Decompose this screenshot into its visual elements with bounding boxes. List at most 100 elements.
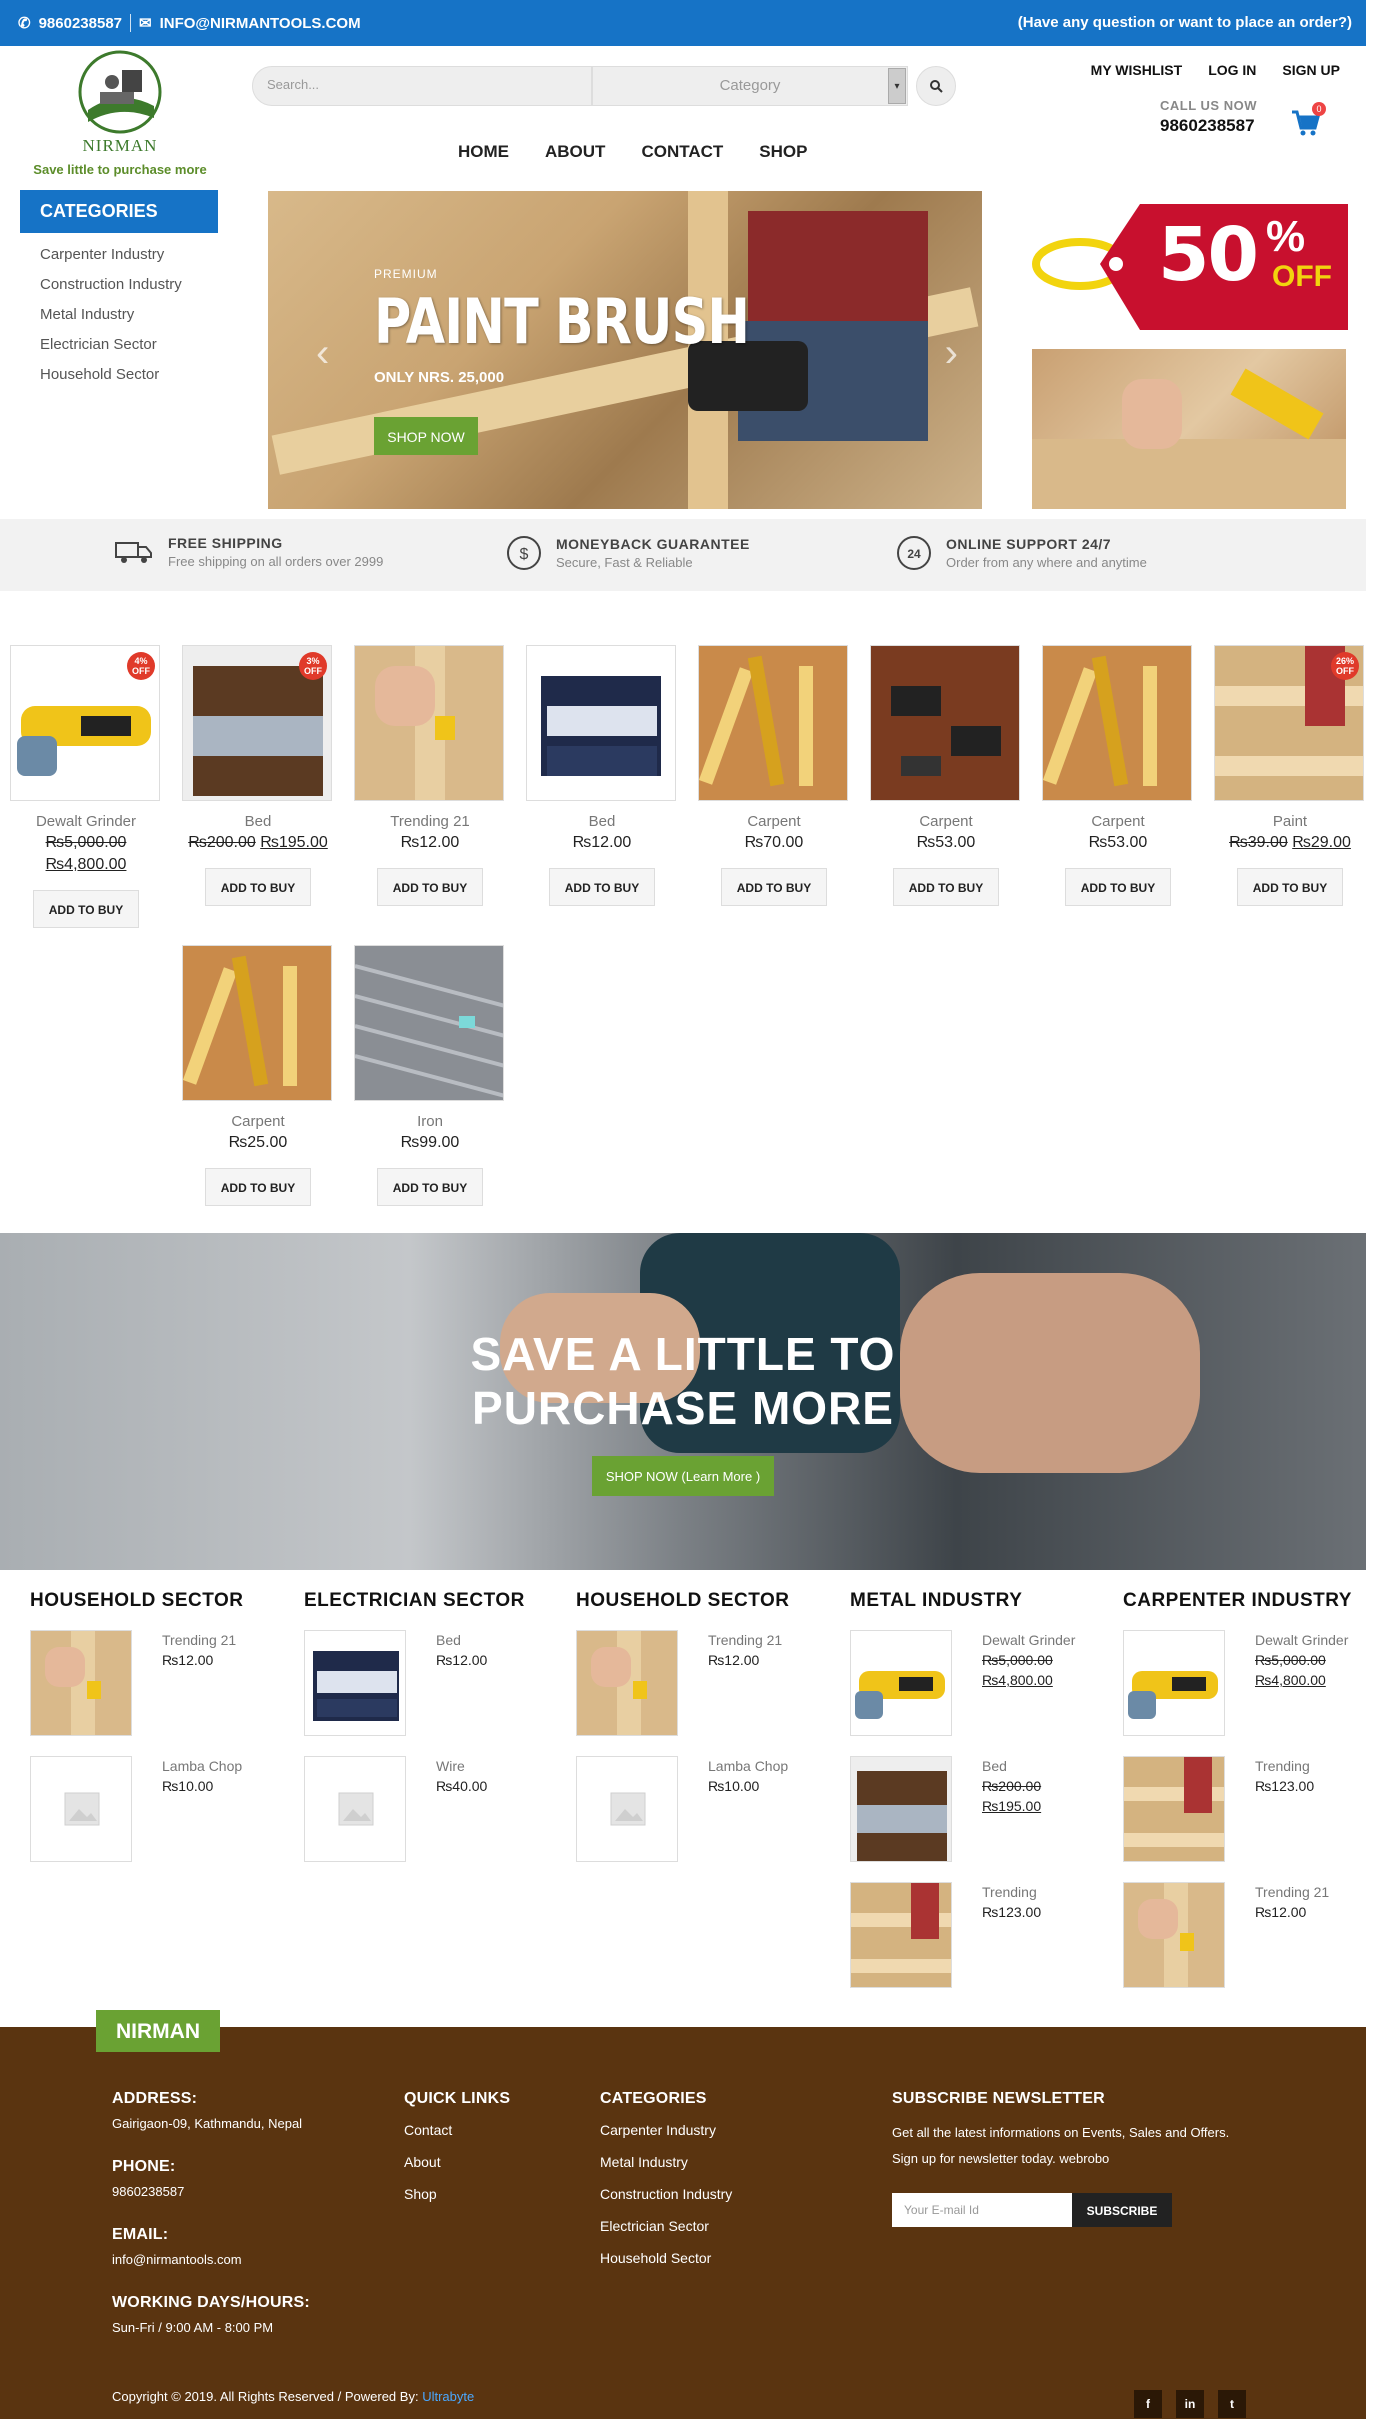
top-email[interactable]: INFO@NIRMANTOOLS.COM bbox=[160, 15, 361, 32]
product-name[interactable]: Bed bbox=[182, 813, 334, 830]
sector-item[interactable]: Lamba Chop ₨10.00 bbox=[30, 1756, 272, 1862]
powered-by-link[interactable]: Ultrabyte bbox=[422, 2389, 474, 2404]
facebook-icon[interactable]: f bbox=[1134, 2390, 1162, 2418]
sector-item-name[interactable]: Dewalt Grinder bbox=[1255, 1630, 1365, 1650]
sector-item-image[interactable] bbox=[850, 1630, 952, 1736]
footer-link-shop[interactable]: Shop bbox=[404, 2178, 510, 2210]
sector-item[interactable]: Trending ₨123.00 bbox=[850, 1882, 1092, 1988]
category-item[interactable]: Carpenter Industry bbox=[40, 240, 182, 270]
login-link[interactable]: LOG IN bbox=[1208, 62, 1256, 78]
sector-item[interactable]: Trending 21 ₨12.00 bbox=[30, 1630, 272, 1736]
side-promo-image[interactable] bbox=[1032, 349, 1346, 509]
product-image[interactable] bbox=[1042, 645, 1192, 801]
nav-shop[interactable]: SHOP bbox=[759, 142, 807, 162]
product-card[interactable]: Carpent ₨70.00 ADD TO BUY bbox=[698, 645, 850, 906]
footer-link-contact[interactable]: Contact bbox=[404, 2114, 510, 2146]
nav-about[interactable]: ABOUT bbox=[545, 142, 605, 162]
product-image[interactable] bbox=[870, 645, 1020, 801]
product-name[interactable]: Paint bbox=[1214, 813, 1366, 830]
add-to-buy-button[interactable]: ADD TO BUY bbox=[33, 890, 139, 928]
product-name[interactable]: Dewalt Grinder bbox=[10, 813, 162, 830]
sector-item-image[interactable] bbox=[850, 1756, 952, 1862]
sector-item[interactable]: Bed ₨200.00 ₨195.00 bbox=[850, 1756, 1092, 1862]
product-card[interactable]: Carpent ₨53.00 ADD TO BUY bbox=[1042, 645, 1194, 906]
category-select[interactable]: Category bbox=[592, 66, 908, 106]
product-image[interactable] bbox=[698, 645, 848, 801]
sector-item-image[interactable] bbox=[1123, 1882, 1225, 1988]
hero-shop-button[interactable]: SHOP NOW bbox=[374, 417, 478, 455]
product-name[interactable]: Bed bbox=[526, 813, 678, 830]
sector-item-name[interactable]: Dewalt Grinder bbox=[982, 1630, 1092, 1650]
sector-item-name[interactable]: Trending 21 bbox=[162, 1630, 272, 1650]
sector-item-image[interactable] bbox=[1123, 1756, 1225, 1862]
slider-prev-icon[interactable]: ‹ bbox=[316, 331, 329, 376]
sector-item[interactable]: Trending 21 ₨12.00 bbox=[576, 1630, 818, 1736]
product-card[interactable]: Bed ₨12.00 ADD TO BUY bbox=[526, 645, 678, 906]
footer-category-link[interactable]: Carpenter Industry bbox=[600, 2114, 732, 2146]
add-to-buy-button[interactable]: ADD TO BUY bbox=[1065, 868, 1171, 906]
product-image[interactable]: 26% OFF bbox=[1214, 645, 1364, 801]
sector-item-image[interactable] bbox=[30, 1630, 132, 1736]
sector-item-name[interactable]: Lamba Chop bbox=[162, 1756, 272, 1776]
sector-item-name[interactable]: Trending 21 bbox=[1255, 1882, 1365, 1902]
footer-category-link[interactable]: Household Sector bbox=[600, 2242, 732, 2274]
product-image[interactable] bbox=[354, 945, 504, 1101]
linkedin-icon[interactable]: in bbox=[1176, 2390, 1204, 2418]
sector-item-image[interactable] bbox=[576, 1756, 678, 1862]
product-card[interactable]: 26% OFF Paint ₨39.00 ₨29.00 ADD TO BUY bbox=[1214, 645, 1366, 906]
sector-item[interactable]: Bed ₨12.00 bbox=[304, 1630, 546, 1736]
subscribe-button[interactable]: SUBSCRIBE bbox=[1072, 2193, 1172, 2227]
signup-link[interactable]: SIGN UP bbox=[1282, 62, 1340, 78]
twitter-icon[interactable]: t bbox=[1218, 2390, 1246, 2418]
top-phone[interactable]: 9860238587 bbox=[39, 15, 122, 32]
footer-category-link[interactable]: Construction Industry bbox=[600, 2178, 732, 2210]
add-to-buy-button[interactable]: ADD TO BUY bbox=[205, 1168, 311, 1206]
add-to-buy-button[interactable]: ADD TO BUY bbox=[1237, 868, 1343, 906]
category-item[interactable]: Metal Industry bbox=[40, 300, 182, 330]
product-card[interactable]: 3% OFF Bed ₨200.00 ₨195.00 ADD TO BUY bbox=[182, 645, 334, 906]
product-image[interactable]: 4% OFF bbox=[10, 645, 160, 801]
product-card[interactable]: Iron ₨99.00 ADD TO BUY bbox=[354, 945, 506, 1206]
sector-item-image[interactable] bbox=[304, 1756, 406, 1862]
call-number[interactable]: 9860238587 bbox=[1160, 116, 1255, 136]
sector-item-name[interactable]: Trending bbox=[1255, 1756, 1365, 1776]
product-name[interactable]: Trending 21 bbox=[354, 813, 506, 830]
product-image[interactable] bbox=[182, 945, 332, 1101]
sector-item-name[interactable]: Wire bbox=[436, 1756, 546, 1776]
product-name[interactable]: Carpent bbox=[182, 1113, 334, 1130]
sector-item[interactable]: Dewalt Grinder ₨5,000.00 ₨4,800.00 bbox=[850, 1630, 1092, 1736]
category-item[interactable]: Construction Industry bbox=[40, 270, 182, 300]
product-image[interactable] bbox=[526, 645, 676, 801]
product-name[interactable]: Carpent bbox=[1042, 813, 1194, 830]
product-image[interactable]: 3% OFF bbox=[182, 645, 332, 801]
sector-item-image[interactable] bbox=[576, 1630, 678, 1736]
footer-link-about[interactable]: About bbox=[404, 2146, 510, 2178]
sector-item[interactable]: Wire ₨40.00 bbox=[304, 1756, 546, 1862]
sector-item-name[interactable]: Bed bbox=[982, 1756, 1092, 1776]
nav-home[interactable]: HOME bbox=[458, 142, 509, 162]
sector-item-name[interactable]: Trending bbox=[982, 1882, 1092, 1902]
footer-category-link[interactable]: Metal Industry bbox=[600, 2146, 732, 2178]
add-to-buy-button[interactable]: ADD TO BUY bbox=[377, 1168, 483, 1206]
sector-item-image[interactable] bbox=[1123, 1630, 1225, 1736]
category-item[interactable]: Household Sector bbox=[40, 360, 182, 390]
search-input[interactable]: Search... bbox=[252, 66, 592, 106]
sector-item-image[interactable] bbox=[850, 1882, 952, 1988]
product-card[interactable]: Carpent ₨53.00 ADD TO BUY bbox=[870, 645, 1022, 906]
sector-item[interactable]: Dewalt Grinder ₨5,000.00 ₨4,800.00 bbox=[1123, 1630, 1365, 1736]
product-name[interactable]: Carpent bbox=[698, 813, 850, 830]
chevron-down-icon[interactable]: ▾ bbox=[888, 68, 906, 104]
sector-item-image[interactable] bbox=[304, 1630, 406, 1736]
sector-item[interactable]: Trending 21 ₨12.00 bbox=[1123, 1882, 1365, 1988]
add-to-buy-button[interactable]: ADD TO BUY bbox=[377, 868, 483, 906]
product-name[interactable]: Carpent bbox=[870, 813, 1022, 830]
nav-contact[interactable]: CONTACT bbox=[641, 142, 723, 162]
sector-item-name[interactable]: Lamba Chop bbox=[708, 1756, 818, 1776]
category-item[interactable]: Electrician Sector bbox=[40, 330, 182, 360]
sale-tag[interactable]: 50 % OFF bbox=[1030, 198, 1350, 330]
product-image[interactable] bbox=[354, 645, 504, 801]
add-to-buy-button[interactable]: ADD TO BUY bbox=[721, 868, 827, 906]
phone-text[interactable]: 9860238587 bbox=[112, 2182, 310, 2202]
add-to-buy-button[interactable]: ADD TO BUY bbox=[893, 868, 999, 906]
add-to-buy-button[interactable]: ADD TO BUY bbox=[549, 868, 655, 906]
